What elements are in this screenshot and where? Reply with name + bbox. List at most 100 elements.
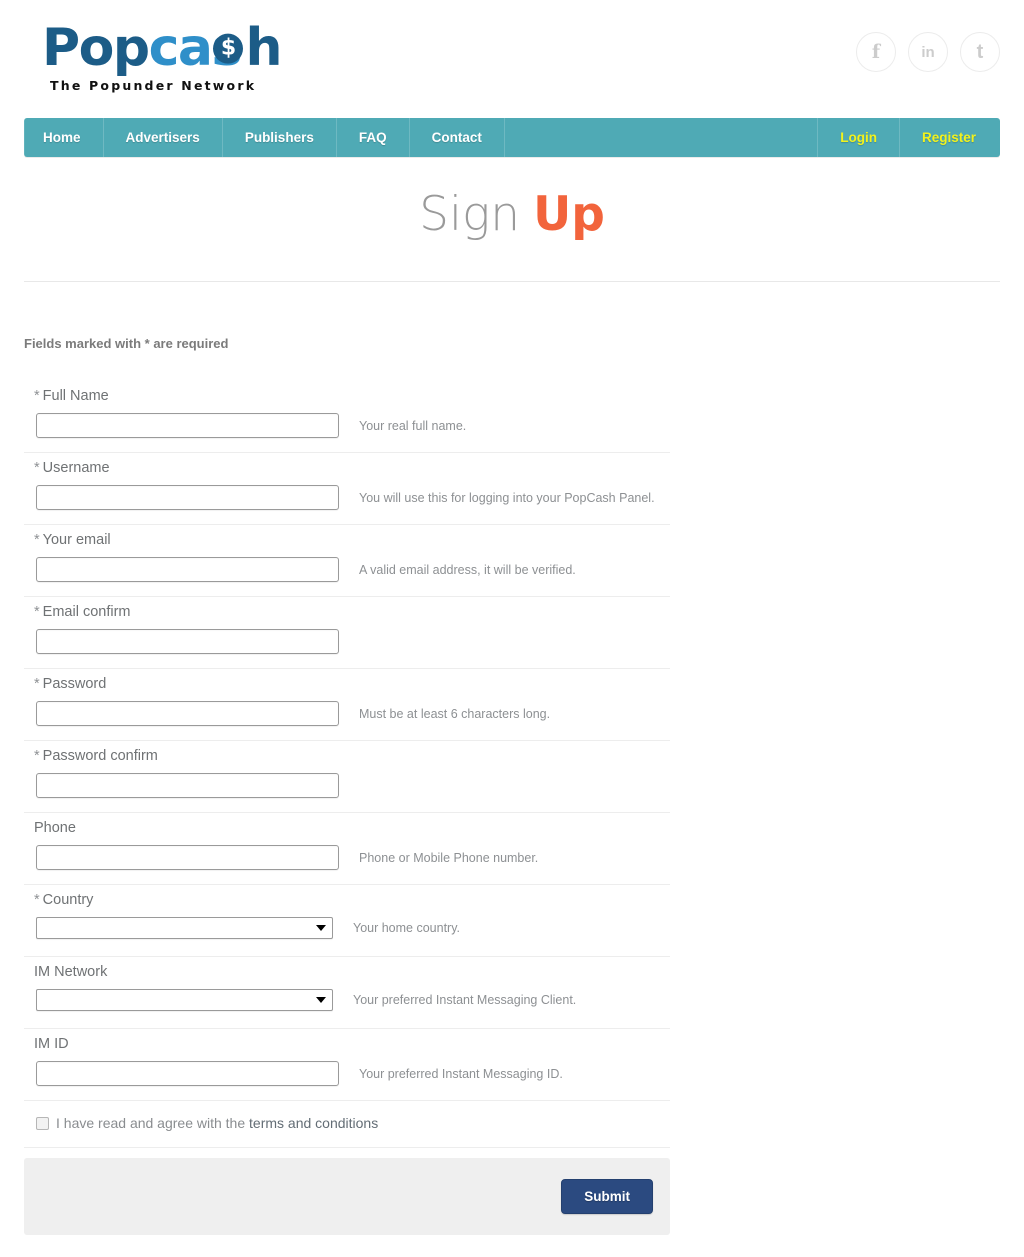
label-im-network: IM Network <box>24 964 670 980</box>
twitter-icon[interactable]: t <box>960 32 1000 72</box>
required-star: * <box>34 460 40 476</box>
label-email-confirm: * Email confirm <box>24 604 670 620</box>
label-phone: Phone <box>24 820 670 836</box>
email-input[interactable] <box>36 557 339 582</box>
nav-item-home[interactable]: Home <box>24 118 104 157</box>
field-line: Your preferred Instant Messaging ID. <box>24 1061 670 1086</box>
country-select[interactable] <box>36 917 333 939</box>
field-row-email-confirm: * Email confirm <box>24 597 670 669</box>
logo-text-pop: Pop <box>42 18 150 78</box>
label-text: Phone <box>34 820 76 836</box>
field-line: Your home country. <box>24 917 670 939</box>
label-text: Your email <box>42 532 111 548</box>
field-line <box>24 629 670 654</box>
help-text-country: Your home country. <box>353 921 461 935</box>
label-im-id: IM ID <box>24 1036 670 1052</box>
label-text: Full Name <box>42 388 109 404</box>
social-links: f in t <box>856 32 1000 72</box>
logo-text-h: h <box>245 18 282 78</box>
nav-item-contact[interactable]: Contact <box>410 118 505 157</box>
field-line: Must be at least 6 characters long. <box>24 701 670 726</box>
username-input[interactable] <box>36 485 339 510</box>
required-star: * <box>34 532 40 548</box>
field-row-phone: Phone Phone or Mobile Phone number. <box>24 813 670 885</box>
help-text-phone: Phone or Mobile Phone number. <box>359 850 539 865</box>
help-text-im-id: Your preferred Instant Messaging ID. <box>359 1066 563 1081</box>
field-row-username: * Username You will use this for logging … <box>24 453 670 525</box>
page-title-light: Sign <box>419 187 520 242</box>
nav-item-register[interactable]: Register <box>898 118 1000 157</box>
page-title-accent: Up <box>533 187 605 242</box>
full-name-input[interactable] <box>36 413 339 438</box>
terms-text: I have read and agree with the <box>56 1115 250 1131</box>
required-star: * <box>34 748 40 764</box>
field-line: You will use this for logging into your … <box>24 485 670 510</box>
logo-wordmark: Popcas$h <box>42 18 282 78</box>
logo-dollar-s: s$ <box>211 22 245 74</box>
label-text: Email confirm <box>42 604 131 620</box>
label-password-confirm: * Password confirm <box>24 748 670 764</box>
field-row-im-id: IM ID Your preferred Instant Messaging I… <box>24 1029 670 1101</box>
popcash-logo[interactable]: Popcas$h The Popunder Network <box>42 18 282 93</box>
im-id-input[interactable] <box>36 1061 339 1086</box>
page-title: Sign Up <box>0 190 1024 238</box>
terms-label: I have read and agree with the terms and… <box>56 1115 378 1131</box>
field-line: Your preferred Instant Messaging Client. <box>24 989 670 1011</box>
nav-item-advertisers[interactable]: Advertisers <box>104 118 223 157</box>
label-full-name: * Full Name <box>24 388 670 404</box>
label-email: * Your email <box>24 532 670 548</box>
site-header: Popcas$h The Popunder Network f in t <box>0 0 1024 118</box>
field-row-full-name: * Full Name Your real full name. <box>24 381 670 453</box>
nav-item-faq[interactable]: FAQ <box>337 118 410 157</box>
label-password: * Password <box>24 676 670 692</box>
label-text: IM Network <box>34 964 108 980</box>
label-text: Password confirm <box>42 748 158 764</box>
nav-item-publishers[interactable]: Publishers <box>223 118 337 157</box>
required-star: * <box>34 676 40 692</box>
required-star: * <box>34 604 40 620</box>
password-input[interactable] <box>36 701 339 726</box>
field-line: A valid email address, it will be verifi… <box>24 557 670 582</box>
field-line: Phone or Mobile Phone number. <box>24 845 670 870</box>
field-line <box>24 773 670 798</box>
help-text-password: Must be at least 6 characters long. <box>359 706 551 721</box>
label-country: * Country <box>24 892 670 908</box>
label-text: IM ID <box>34 1036 69 1052</box>
nav-account-group: Login Register <box>817 118 1000 157</box>
label-text: Password <box>42 676 107 692</box>
email-confirm-input[interactable] <box>36 629 339 654</box>
required-fields-note: Fields marked with * are required <box>24 336 229 351</box>
linkedin-icon[interactable]: in <box>908 32 948 72</box>
signup-page: Popcas$h The Popunder Network f in t Hom… <box>0 0 1024 1257</box>
field-row-password: * Password Must be at least 6 characters … <box>24 669 670 741</box>
dollar-sign-icon: $ <box>213 33 244 64</box>
help-text-full-name: Your real full name. <box>359 418 467 433</box>
submit-panel: Submit <box>24 1158 670 1235</box>
logo-tagline: The Popunder Network <box>50 78 257 93</box>
field-row-country: * Country Your home country. <box>24 885 670 957</box>
field-row-password-confirm: * Password confirm <box>24 741 670 813</box>
terms-and-conditions-link[interactable]: terms and conditions <box>249 1115 378 1131</box>
logo-text-ca: ca <box>148 18 213 78</box>
facebook-icon[interactable]: f <box>856 32 896 72</box>
password-confirm-input[interactable] <box>36 773 339 798</box>
im-network-select[interactable] <box>36 989 333 1011</box>
required-star: * <box>34 388 40 404</box>
phone-input[interactable] <box>36 845 339 870</box>
submit-button[interactable]: Submit <box>561 1179 653 1214</box>
field-line: Your real full name. <box>24 413 670 438</box>
nav-item-login[interactable]: Login <box>817 118 899 157</box>
help-text-username: You will use this for logging into your … <box>359 490 655 505</box>
chevron-down-icon <box>316 997 326 1003</box>
label-text: Username <box>42 460 110 476</box>
terms-checkbox[interactable] <box>36 1116 49 1130</box>
label-text: Country <box>42 892 94 908</box>
field-row-im-network: IM Network Your preferred Instant Messag… <box>24 957 670 1029</box>
label-username: * Username <box>24 460 670 476</box>
chevron-down-icon <box>316 925 326 931</box>
terms-row: I have read and agree with the terms and… <box>24 1101 670 1148</box>
help-text-im-network: Your preferred Instant Messaging Client. <box>353 993 577 1007</box>
title-divider <box>24 281 1000 282</box>
help-text-email: A valid email address, it will be verifi… <box>359 562 576 577</box>
signup-form: * Full Name Your real full name. * Usernam… <box>24 381 670 1148</box>
